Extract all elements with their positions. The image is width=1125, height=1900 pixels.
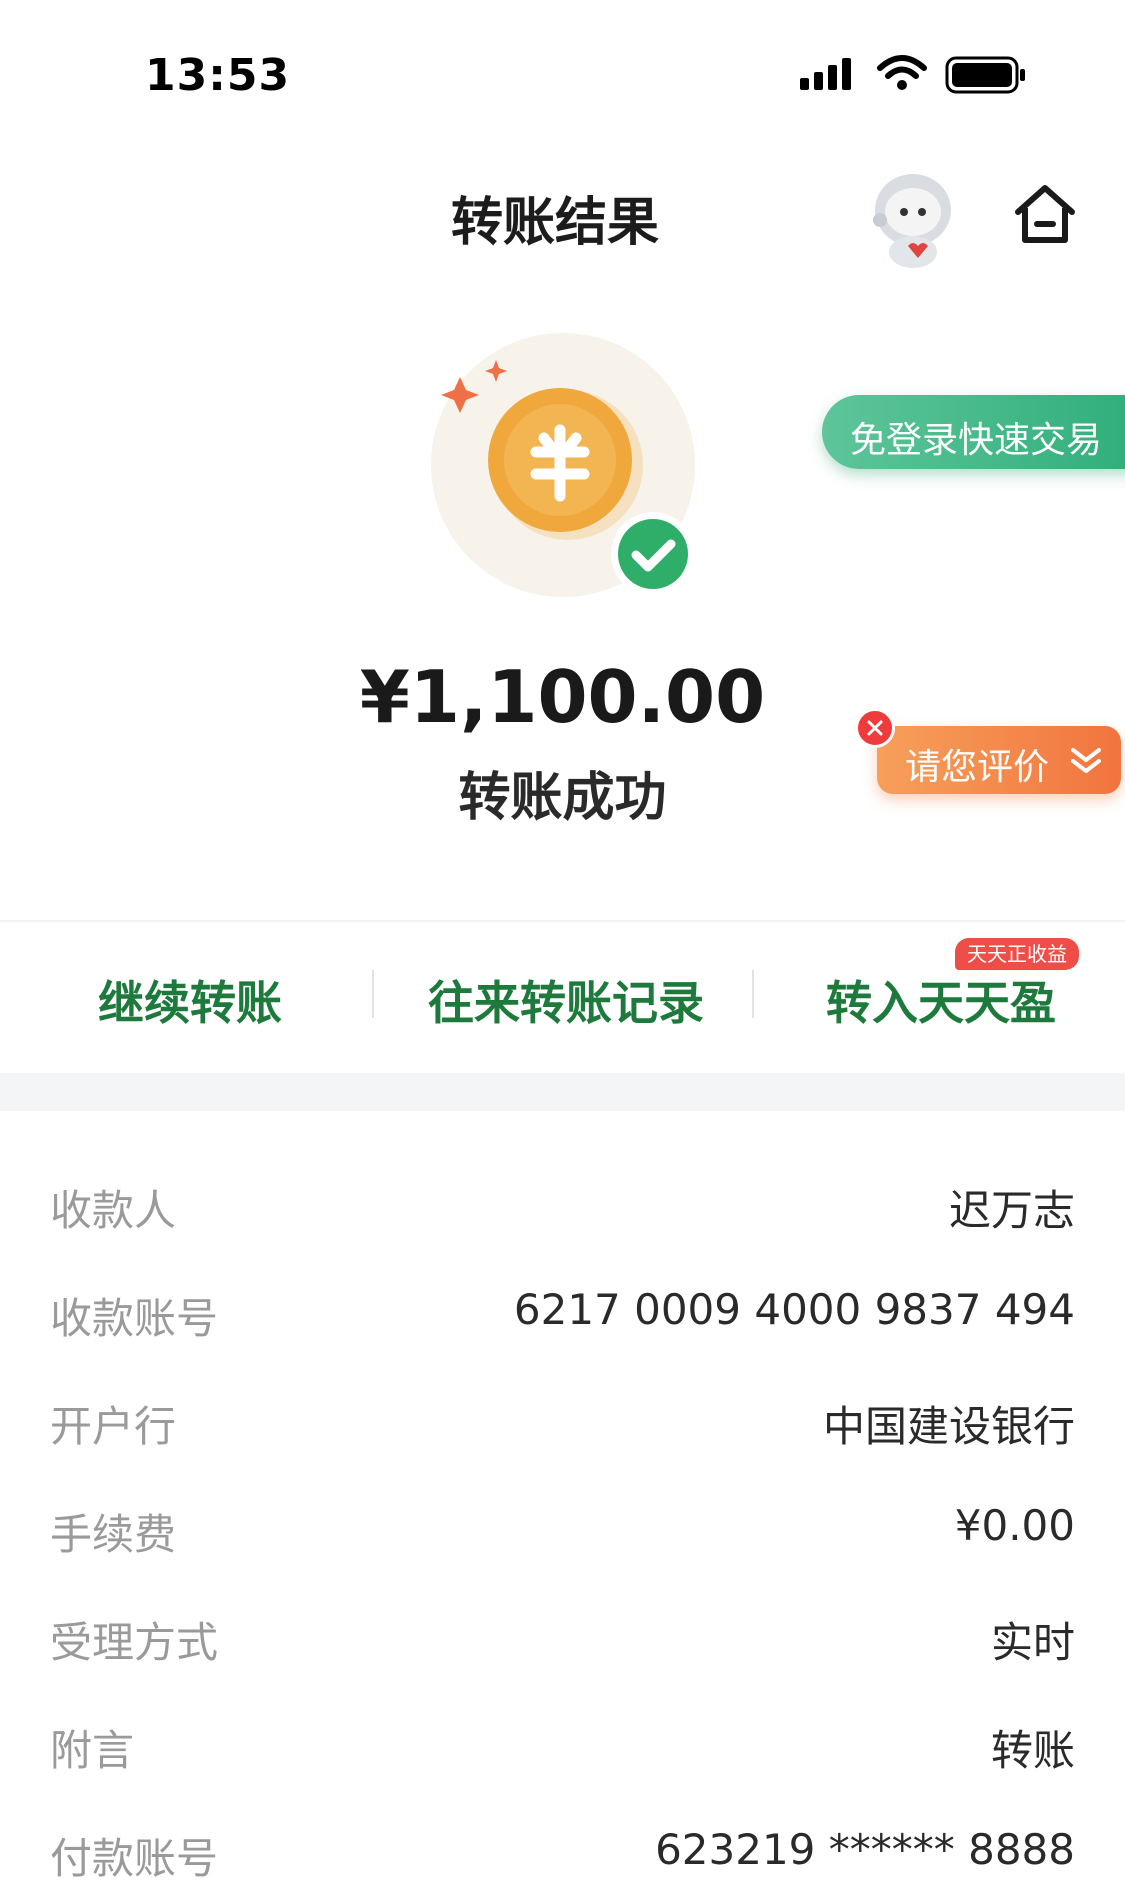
promo-badge: 天天正收益 bbox=[955, 938, 1079, 970]
detail-label: 受理方式 bbox=[50, 1618, 219, 1667]
detail-value: 实时 bbox=[990, 1618, 1075, 1667]
section-gap bbox=[0, 1073, 1125, 1111]
detail-value: 中国建设银行 bbox=[822, 1402, 1075, 1451]
detail-row-bank: 开户行 中国建设银行 bbox=[0, 1393, 1125, 1453]
close-rate-button[interactable] bbox=[855, 708, 895, 748]
detail-label: 开户行 bbox=[50, 1402, 177, 1451]
detail-value: 迟万志 bbox=[948, 1186, 1075, 1235]
detail-value: 转账 bbox=[990, 1726, 1075, 1775]
signal-icon bbox=[800, 58, 851, 90]
quick-trade-button[interactable]: 免登录快速交易 bbox=[822, 395, 1125, 469]
detail-label: 收款人 bbox=[50, 1186, 177, 1235]
quick-trade-label: 免登录快速交易 bbox=[850, 420, 1103, 461]
detail-row-payer-account: 付款账号 623219 ****** 8888 bbox=[0, 1825, 1125, 1885]
status-bar: 13:53 bbox=[0, 0, 1125, 140]
chevron-down-icon bbox=[1071, 748, 1101, 773]
detail-label: 手续费 bbox=[50, 1510, 177, 1559]
mascot-avatar[interactable] bbox=[858, 160, 968, 270]
wifi-icon bbox=[877, 55, 927, 90]
detail-value: 623219 ****** 8888 bbox=[655, 1825, 1075, 1874]
detail-value: ¥0.00 bbox=[954, 1501, 1075, 1550]
success-check-icon bbox=[611, 512, 695, 596]
divider bbox=[0, 920, 1125, 922]
close-icon bbox=[867, 720, 883, 736]
continue-transfer-button[interactable]: 继续转账 bbox=[98, 967, 282, 1033]
detail-value: 6217 0009 4000 9837 494 bbox=[513, 1285, 1075, 1334]
detail-row-memo: 附言 转账 bbox=[0, 1717, 1125, 1777]
detail-label: 收款账号 bbox=[50, 1294, 219, 1343]
transfer-history-button[interactable]: 往来转账记录 bbox=[428, 967, 704, 1033]
detail-row-account: 收款账号 6217 0009 4000 9837 494 bbox=[0, 1285, 1125, 1345]
detail-label: 附言 bbox=[50, 1726, 135, 1775]
detail-row-payee: 收款人 迟万志 bbox=[0, 1177, 1125, 1237]
detail-row-fee: 手续费 ¥0.00 bbox=[0, 1501, 1125, 1561]
divider bbox=[752, 970, 754, 1018]
divider bbox=[372, 970, 374, 1018]
rate-button[interactable]: 请您评价 bbox=[877, 726, 1121, 794]
status-time: 13:53 bbox=[145, 50, 291, 101]
detail-label: 付款账号 bbox=[50, 1834, 219, 1883]
battery-icon bbox=[945, 56, 1025, 94]
success-illustration bbox=[431, 333, 695, 597]
home-icon[interactable] bbox=[1010, 180, 1080, 250]
detail-row-method: 受理方式 实时 bbox=[0, 1609, 1125, 1669]
header: 转账结果 bbox=[0, 160, 1125, 270]
rate-label: 请您评价 bbox=[905, 747, 1050, 788]
transfer-in-button[interactable]: 转入天天盈 bbox=[826, 967, 1056, 1033]
